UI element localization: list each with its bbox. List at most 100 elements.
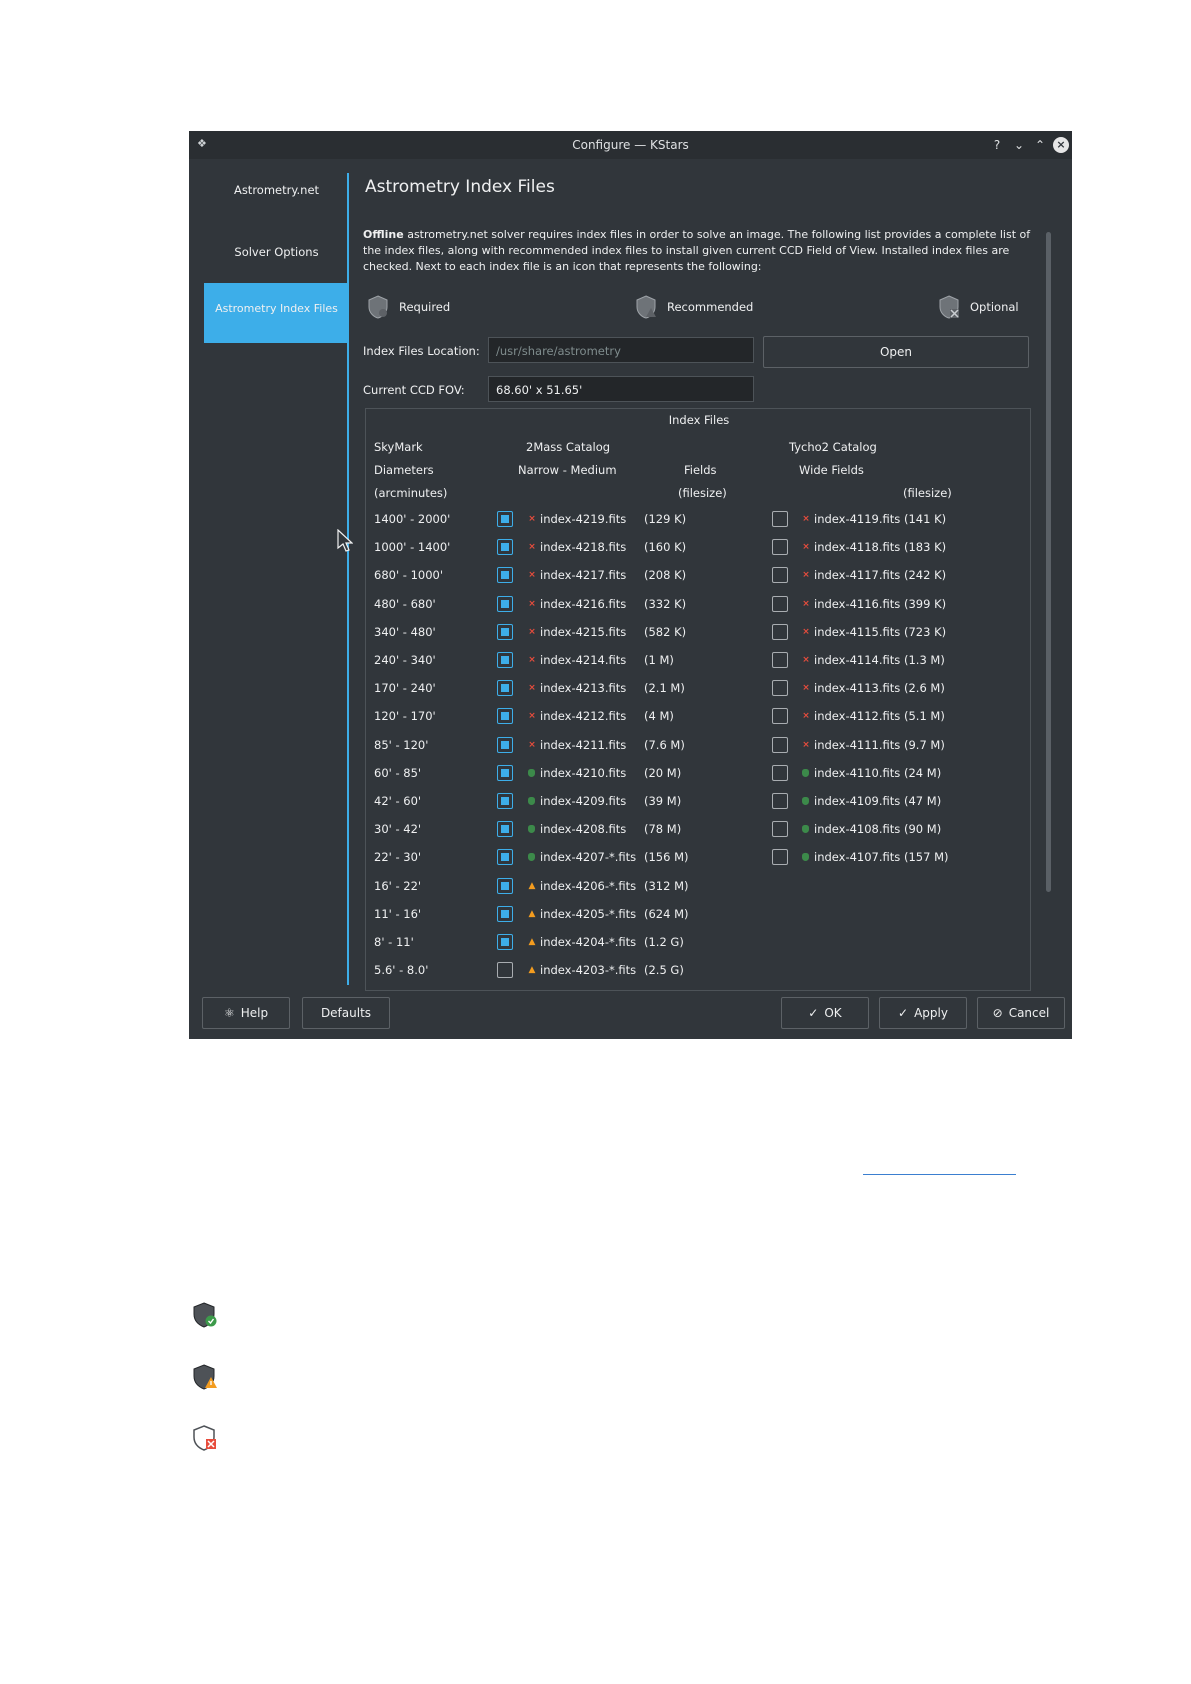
help-button-label: Help	[240, 1006, 269, 1020]
narrow-index-filesize: (1.2 G)	[644, 935, 684, 949]
legend-required-label: Required	[399, 300, 451, 314]
narrow-index-filesize: (78 M)	[644, 822, 682, 837]
wide-index-checkbox[interactable]	[772, 539, 788, 556]
wide-index-filesize: (5.1 M)	[904, 709, 945, 724]
sidebar-item-astrometry-net[interactable]: Astrometry.net	[204, 160, 349, 220]
table-row: 85' - 120' × index-4211.fits (7.6 M) × index-…	[366, 732, 1026, 760]
optional-status-icon: ×	[528, 683, 536, 694]
legend-optional: Optional	[938, 295, 1019, 319]
table-row: 680' - 1000' × index-4217.fits (208 K) × inde…	[366, 562, 1026, 590]
current-ccd-fov-field[interactable]: 68.60' x 51.65'	[488, 376, 754, 402]
skymark-range: 1000' - 1400'	[374, 540, 451, 555]
narrow-index-checkbox[interactable]	[497, 511, 513, 527]
narrow-index-checkbox[interactable]	[497, 595, 513, 612]
wide-index-checkbox[interactable]	[772, 652, 788, 668]
col1-header-1: SkyMark	[374, 440, 423, 454]
index-files-location-input[interactable]: /usr/share/astrometry	[488, 337, 754, 363]
wide-index-checkbox[interactable]	[772, 567, 788, 584]
narrow-index-checkbox[interactable]	[497, 680, 513, 697]
wide-index-checkbox[interactable]	[772, 849, 788, 866]
skymark-range: 120' - 170'	[374, 709, 436, 724]
close-icon[interactable]: ×	[1053, 137, 1069, 153]
recommended-shield-icon	[636, 295, 656, 319]
narrow-index-filesize: (208 K)	[644, 568, 687, 583]
skymark-range: 340' - 480'	[374, 624, 436, 639]
wide-index-filesize: (157 M)	[904, 850, 949, 865]
optional-status-icon: ×	[802, 626, 810, 637]
narrow-index-checkbox[interactable]	[497, 793, 513, 809]
optional-status-icon: ×	[528, 655, 536, 665]
table-row: 8' - 11' ▲ index-4204-*.fits (1.2 G)	[366, 929, 1026, 957]
title-bar[interactable]: ❖ Configure — KStars ? ⌄ ⌃ ×	[189, 131, 1072, 159]
legend-required: Required	[367, 295, 450, 319]
narrow-index-checkbox[interactable]	[497, 736, 513, 753]
narrow-index-filename: index-4203-*.fits	[540, 963, 637, 978]
narrow-index-filesize: (160 K)	[644, 540, 687, 555]
narrow-index-checkbox[interactable]	[497, 567, 513, 584]
sidebar-item-solver-options[interactable]: Solver Options	[204, 222, 349, 282]
wide-index-checkbox[interactable]	[772, 623, 788, 640]
narrow-index-checkbox[interactable]	[497, 539, 513, 556]
narrow-index-filename: index-4213.fits	[540, 681, 627, 696]
optional-status-icon: ×	[802, 739, 810, 750]
wide-index-checkbox[interactable]	[772, 764, 788, 781]
help-button[interactable]: ⚛ Help	[202, 997, 290, 1029]
col4-header-1: Tycho2 Catalog	[789, 440, 877, 454]
narrow-index-checkbox[interactable]	[497, 652, 513, 668]
table-row: 60' - 85' index-4210.fits (20 M) index-4110…	[366, 760, 1026, 788]
apply-button[interactable]: ✓ Apply	[879, 997, 967, 1029]
wide-index-filename: index-4113.fits	[814, 681, 901, 696]
wide-index-checkbox[interactable]	[772, 821, 788, 838]
narrow-index-filename: index-4206-*.fits	[540, 878, 637, 893]
narrow-index-checkbox[interactable]	[497, 877, 513, 894]
skymark-range: 60' - 85'	[374, 765, 422, 780]
sidebar-nav: Astrometry.net Solver Options Astrometry…	[189, 159, 349, 1014]
narrow-index-checkbox[interactable]	[497, 764, 513, 781]
skymark-range: 5.6' - 8.0'	[374, 963, 429, 978]
recommended-status-icon: ▲	[528, 965, 536, 976]
wide-index-filesize: (9.7 M)	[904, 737, 945, 752]
defaults-button-label: Defaults	[320, 1006, 372, 1020]
skymark-range: 1400' - 2000'	[374, 512, 451, 526]
cancel-button[interactable]: ⊘ Cancel	[977, 997, 1065, 1029]
wide-index-checkbox[interactable]	[772, 595, 788, 612]
narrow-index-checkbox[interactable]	[497, 708, 513, 725]
wide-index-checkbox[interactable]	[772, 736, 788, 753]
wide-index-checkbox[interactable]	[772, 708, 788, 725]
check-icon: ✓	[808, 1006, 819, 1020]
narrow-index-checkbox[interactable]	[497, 905, 513, 922]
wide-index-checkbox[interactable]	[772, 793, 788, 809]
narrow-index-checkbox[interactable]	[497, 934, 513, 950]
table-row: 170' - 240' × index-4213.fits (2.1 M) × index…	[366, 675, 1026, 703]
sidebar-item-astrometry-index-files[interactable]: Astrometry Index Files	[204, 283, 349, 343]
lifebuoy-icon: ⚛	[223, 1006, 235, 1020]
col2-header-1: 2Mass Catalog	[526, 440, 611, 454]
narrow-index-checkbox[interactable]	[497, 962, 513, 979]
narrow-index-checkbox[interactable]	[497, 821, 513, 838]
optional-status-icon: ×	[528, 626, 536, 637]
narrow-index-checkbox[interactable]	[497, 849, 513, 866]
required-status-icon	[802, 797, 809, 805]
ok-button[interactable]: ✓ OK	[781, 997, 869, 1029]
open-button[interactable]: Open	[763, 336, 1029, 368]
skymark-range: 8' - 11'	[374, 935, 414, 949]
wide-index-checkbox[interactable]	[772, 511, 788, 527]
optional-status-icon: ×	[528, 739, 536, 750]
scrollbar[interactable]	[1046, 232, 1051, 892]
col1-header-2: Diameters	[374, 463, 434, 477]
narrow-index-checkbox[interactable]	[497, 623, 513, 640]
skymark-range: 42' - 60'	[374, 794, 422, 808]
narrow-index-filename: index-4216.fits	[540, 596, 627, 611]
index-files-location-label: Index Files Location:	[363, 344, 480, 358]
wide-index-checkbox[interactable]	[772, 680, 788, 697]
optional-shield-icon	[939, 295, 959, 319]
desc-bold: Offline	[363, 228, 404, 241]
chevron-up-icon[interactable]: ⌃	[1032, 137, 1048, 153]
narrow-index-filename: index-4209.fits	[540, 794, 627, 808]
defaults-button[interactable]: Defaults	[302, 997, 390, 1029]
legend-recommended: Recommended	[635, 295, 753, 319]
chevron-down-icon[interactable]: ⌄	[1011, 137, 1027, 153]
question-icon[interactable]: ?	[989, 137, 1005, 153]
table-row: 120' - 170' × index-4212.fits (4 M) × index-4…	[366, 703, 1026, 731]
narrow-index-filesize: (156 M)	[644, 850, 689, 865]
